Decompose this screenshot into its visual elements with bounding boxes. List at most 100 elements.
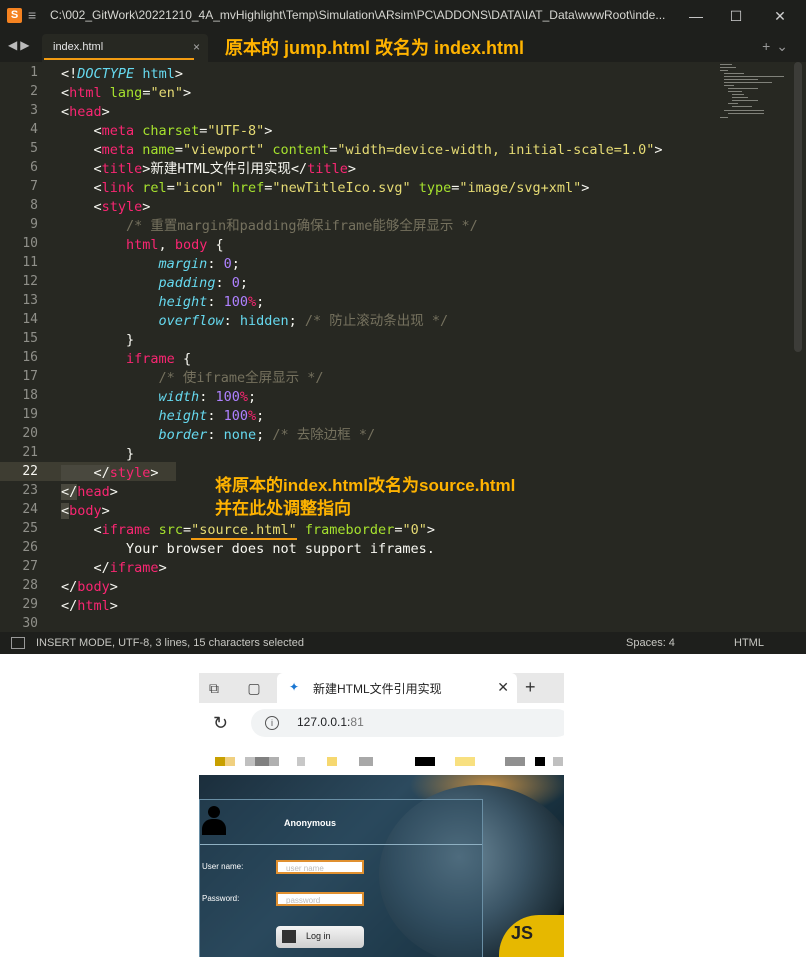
url-text[interactable]: 127.0.0.1:81 xyxy=(297,715,364,729)
code-token: style xyxy=(101,199,143,215)
code-line: <title>新建HTML文件引用实现</title> xyxy=(61,160,356,179)
bookmark-item[interactable] xyxy=(269,757,279,766)
code-line: /* 使iframe全屏显示 */ xyxy=(61,369,324,388)
bookmark-item[interactable] xyxy=(359,757,373,766)
code-token: > xyxy=(426,522,435,538)
code-token: > xyxy=(158,560,167,576)
new-tab-button[interactable]: + xyxy=(525,677,536,698)
code-token: overflow xyxy=(158,313,224,329)
code-token: < xyxy=(61,180,102,196)
bookmark-item[interactable] xyxy=(553,757,563,766)
reload-icon[interactable]: ↻ xyxy=(213,713,228,734)
status-indentation[interactable]: Spaces: 4 xyxy=(626,637,675,649)
minimap[interactable] xyxy=(718,62,790,122)
code-line: <body> xyxy=(61,502,110,521)
tab-nav-arrows-icon[interactable]: ◀▶ xyxy=(8,38,32,52)
status-syntax[interactable]: HTML xyxy=(734,637,764,649)
code-token: title xyxy=(307,161,348,177)
code-token: "width=device-width, initial-scale=1.0" xyxy=(337,142,655,158)
address-bar-row: ↻ i 127.0.0.1:81 xyxy=(199,703,564,743)
code-token: "source.html" xyxy=(191,522,297,540)
code-token: % xyxy=(239,389,248,405)
username-field[interactable]: user name xyxy=(276,860,364,874)
sublime-app-icon[interactable]: S xyxy=(7,8,22,23)
line-number: 1 xyxy=(30,65,38,80)
code-token: html xyxy=(142,66,175,82)
workspaces-icon[interactable]: ⧉ xyxy=(205,679,223,697)
code-area[interactable]: <!DOCTYPE html> <html lang="en"> <head> <m… xyxy=(61,62,721,632)
code-token: </ xyxy=(61,579,78,595)
code-line: </html> xyxy=(61,597,118,616)
bookmark-item[interactable] xyxy=(297,757,305,766)
password-field[interactable]: password xyxy=(276,892,364,906)
code-line: <meta charset="UTF-8"> xyxy=(61,122,273,141)
code-token: type xyxy=(418,180,452,196)
maximize-button[interactable]: ☐ xyxy=(716,4,756,28)
username-label: User name: xyxy=(202,862,244,871)
code-token: html xyxy=(126,237,159,253)
bookmark-item[interactable] xyxy=(245,757,255,766)
code-token: < xyxy=(61,199,102,215)
code-token: "newTitleIco.svg" xyxy=(272,180,411,196)
code-line: iframe { xyxy=(61,350,191,369)
code-line: <style> xyxy=(61,198,151,217)
tab-close-icon[interactable]: × xyxy=(193,40,200,54)
code-token: ; xyxy=(239,275,248,291)
bookmark-item[interactable] xyxy=(535,757,545,766)
bookmark-item[interactable] xyxy=(225,757,235,766)
line-number: 22 xyxy=(22,464,38,479)
browser-tab[interactable]: ✦ 新建HTML文件引用实现 ✕ xyxy=(277,673,517,703)
code-token: content xyxy=(272,142,330,158)
code-token: </ xyxy=(61,598,78,614)
code-token: margin xyxy=(158,256,208,272)
code-token: iframe xyxy=(126,351,175,367)
close-button[interactable]: ✕ xyxy=(760,4,800,28)
address-bar[interactable]: i 127.0.0.1:81 xyxy=(251,709,564,737)
code-token: > xyxy=(109,484,118,500)
code-token: /* 使iframe全屏显示 */ xyxy=(61,370,324,386)
code-token: : xyxy=(199,389,216,405)
code-line: <!DOCTYPE html> xyxy=(61,65,183,84)
browser-tab-close-icon[interactable]: ✕ xyxy=(497,679,509,696)
code-token: ; xyxy=(247,389,257,405)
code-line: </body> xyxy=(61,578,118,597)
code-token: /* 去除边框 */ xyxy=(272,427,376,443)
code-line: overflow: hidden; /* 防止滚动条出现 */ xyxy=(61,312,449,331)
sidebar-toggle-icon[interactable] xyxy=(11,637,25,649)
code-token: link xyxy=(101,180,135,196)
code-token: <! xyxy=(61,66,78,82)
site-info-icon[interactable]: i xyxy=(265,716,279,730)
code-token: body xyxy=(69,503,102,519)
code-line: width: 100%; xyxy=(61,388,257,407)
line-number: 17 xyxy=(22,369,38,384)
code-token: < xyxy=(61,503,70,519)
code-token: < xyxy=(61,85,70,101)
code-token: iframe xyxy=(101,522,151,538)
window-title: C:\002_GitWork\20221210_4A_mvHighlight\T… xyxy=(50,8,666,22)
bookmark-item[interactable] xyxy=(505,757,525,766)
code-token: src xyxy=(158,522,183,538)
code-token: "0" xyxy=(402,522,427,538)
code-token: none xyxy=(223,427,257,443)
title-bar: S ≡ C:\002_GitWork\20221210_4A_mvHighlig… xyxy=(0,0,806,32)
line-number: 8 xyxy=(30,198,38,213)
bookmark-item[interactable] xyxy=(215,757,225,766)
bookmark-item[interactable] xyxy=(415,757,435,766)
login-button[interactable]: Log in xyxy=(276,926,364,948)
code-token: { xyxy=(174,351,192,367)
new-tab-dropdown-icon[interactable]: +⌄ xyxy=(762,38,794,55)
bookmark-item[interactable] xyxy=(327,757,337,766)
code-token: DOCTYPE xyxy=(77,66,135,82)
code-token: > xyxy=(150,465,159,481)
menu-icon[interactable]: ≡ xyxy=(28,7,42,23)
vertical-scrollbar[interactable] xyxy=(794,62,802,352)
code-line: <html lang="en"> xyxy=(61,84,191,103)
bookmark-item[interactable] xyxy=(455,757,475,766)
brand-logo-text: JS xyxy=(511,923,534,943)
tab-actions-icon[interactable]: ▢ xyxy=(245,679,263,697)
minimize-button[interactable]: — xyxy=(676,4,716,28)
bookmark-item[interactable] xyxy=(255,757,269,766)
line-number: 18 xyxy=(22,388,38,403)
